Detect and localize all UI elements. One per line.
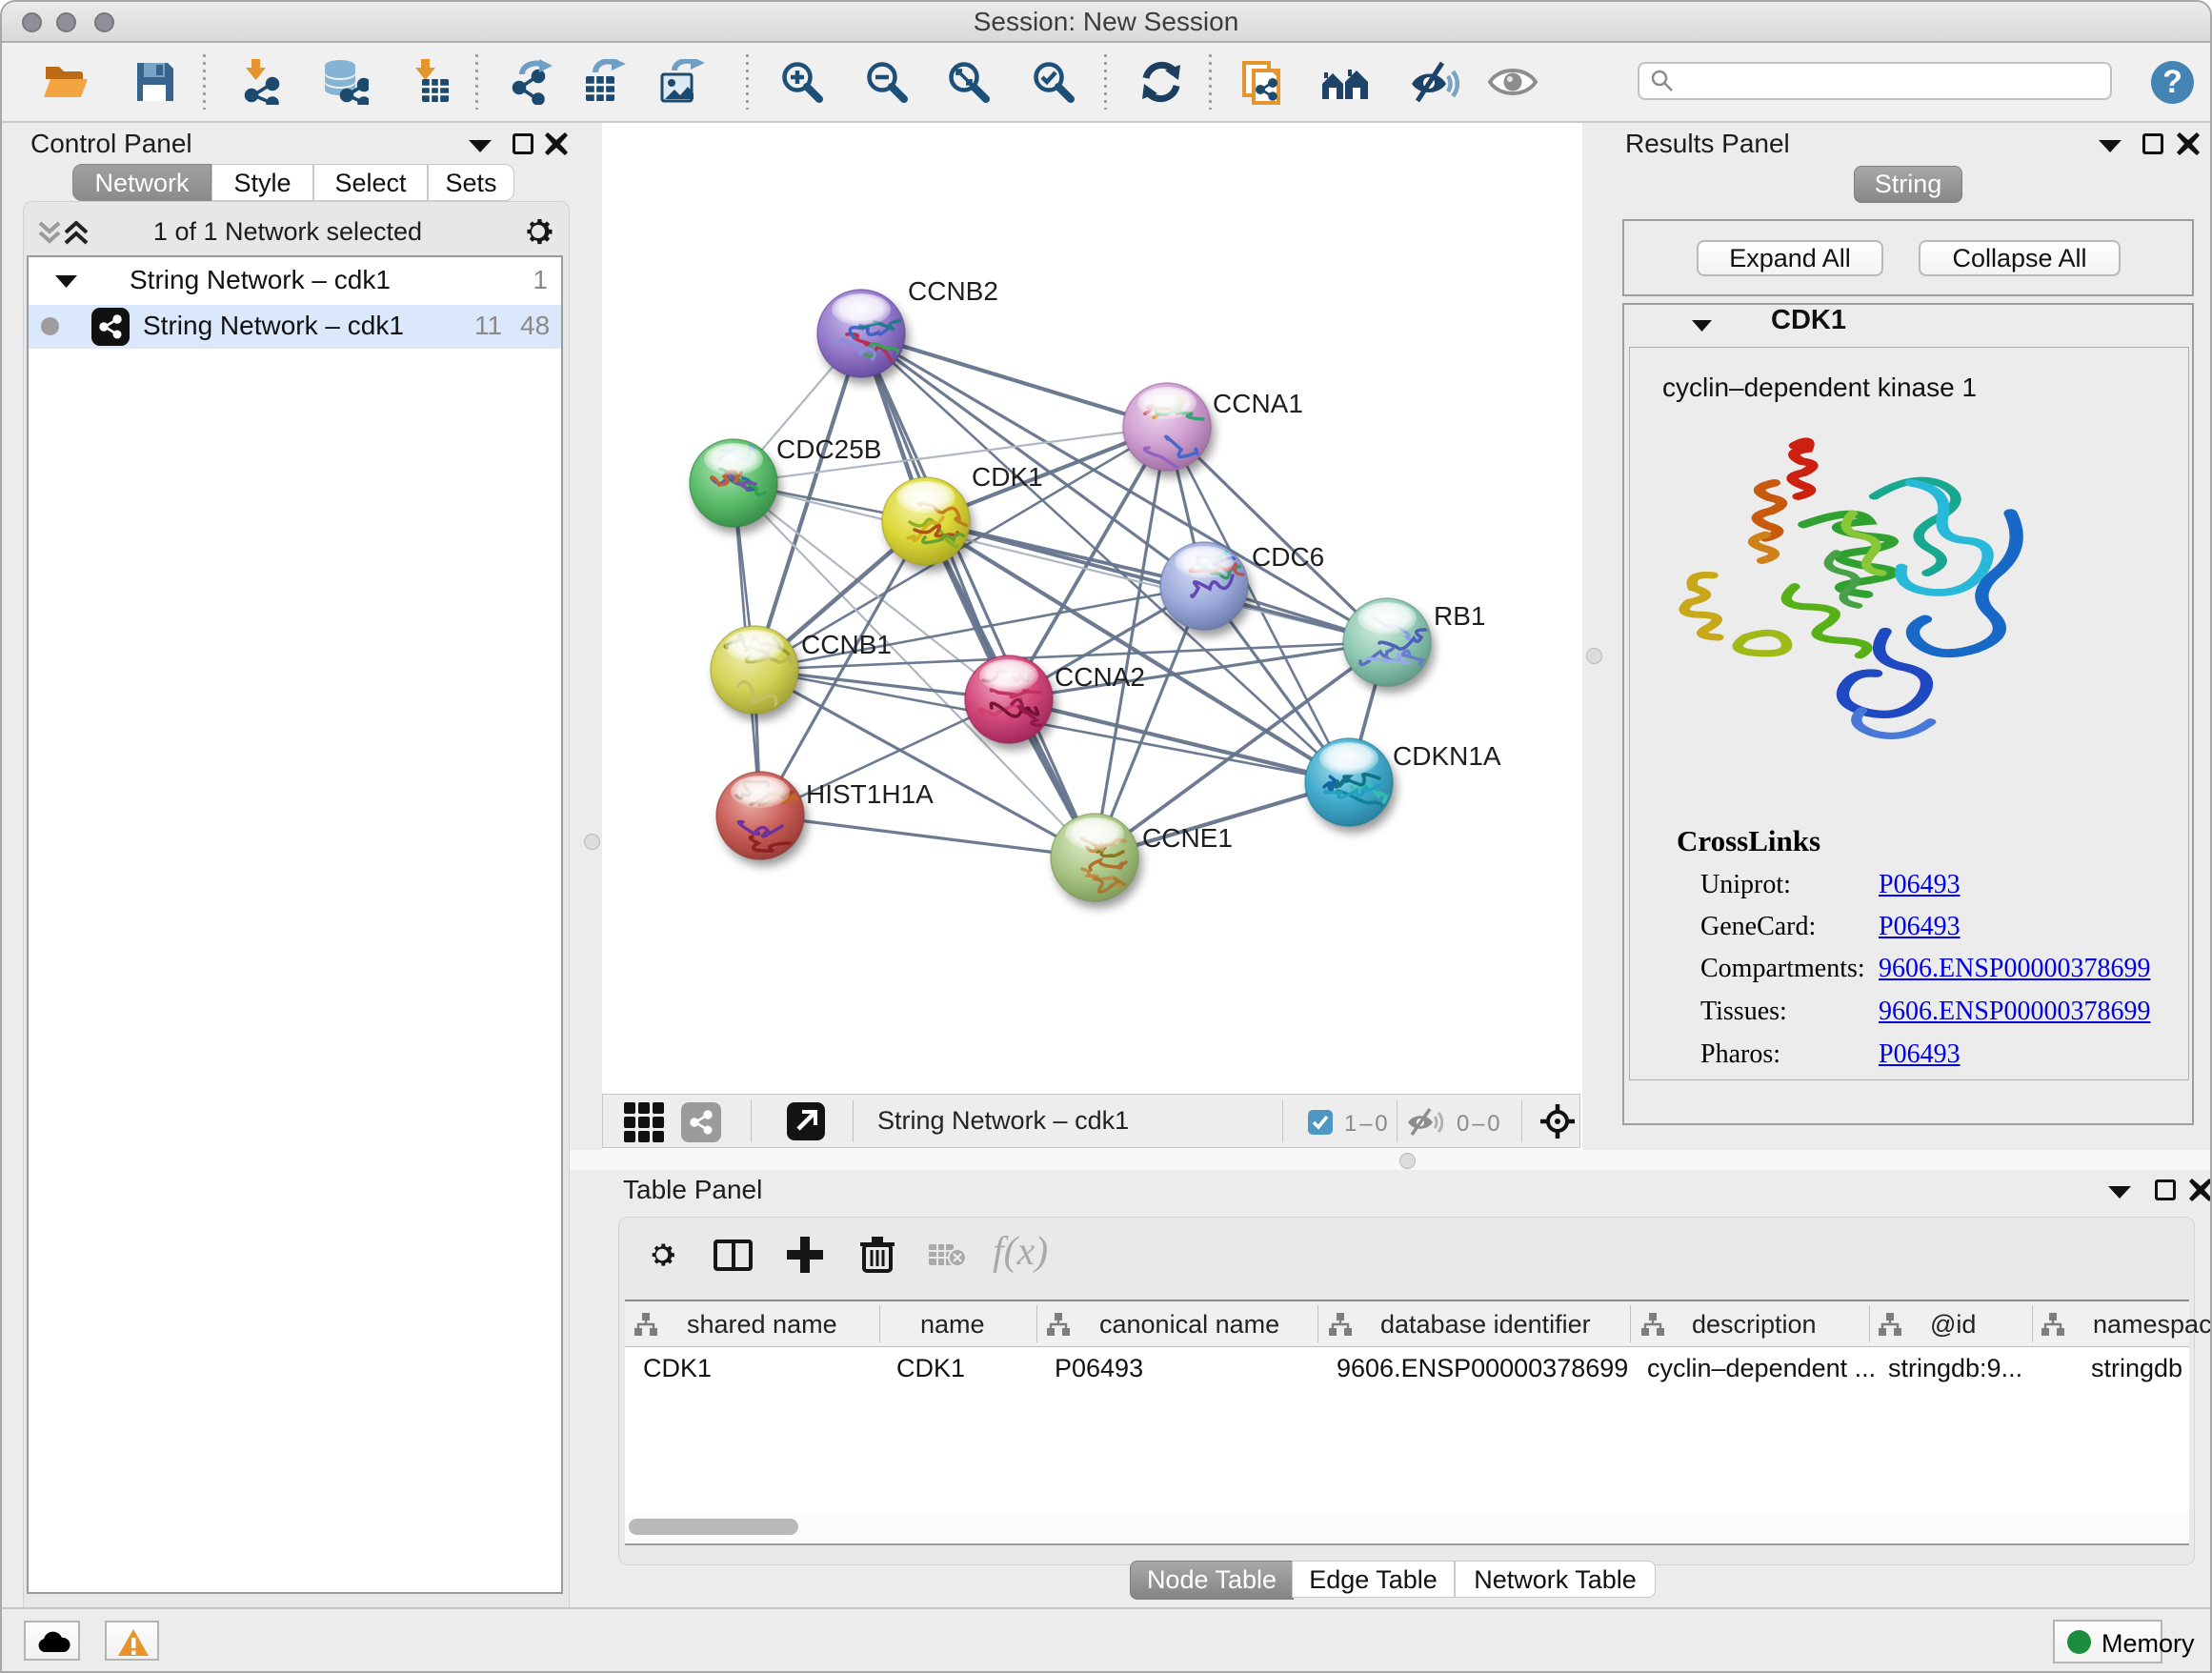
svg-text:CDC25B: CDC25B (776, 434, 881, 464)
svg-text:CCNA2: CCNA2 (1055, 662, 1145, 692)
svg-text:CCNB1: CCNB1 (801, 630, 892, 659)
svg-text:CDK1: CDK1 (972, 462, 1043, 492)
svg-text:RB1: RB1 (1434, 601, 1485, 631)
svg-text:CDKN1A: CDKN1A (1393, 741, 1501, 771)
svg-text:CDC6: CDC6 (1252, 542, 1324, 572)
svg-text:CCNE1: CCNE1 (1142, 823, 1233, 853)
svg-text:CCNB2: CCNB2 (908, 276, 998, 306)
svg-text:CCNA1: CCNA1 (1213, 389, 1303, 418)
svg-text:HIST1H1A: HIST1H1A (806, 779, 934, 809)
